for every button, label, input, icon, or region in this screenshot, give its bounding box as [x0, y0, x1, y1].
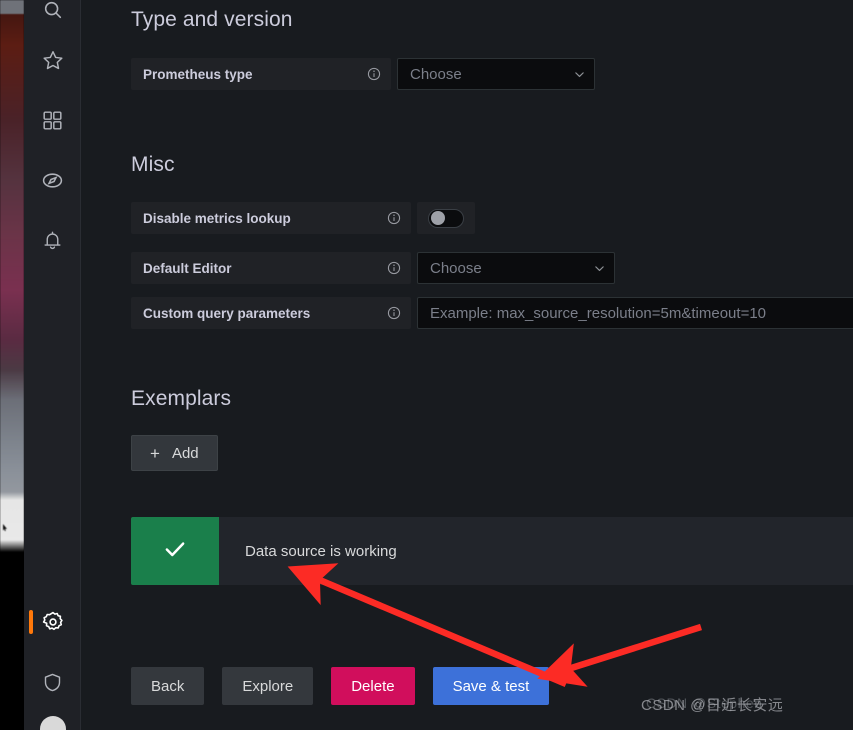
gear-icon: [41, 610, 65, 634]
field-row-prometheus-type: Prometheus type Choose: [131, 58, 595, 90]
info-icon[interactable]: [387, 261, 401, 275]
search-icon: [42, 0, 64, 21]
prometheus-type-select-value: Choose: [410, 65, 462, 83]
toggle-knob: [431, 211, 445, 225]
chevron-down-icon: [593, 262, 606, 275]
section-title-type-and-version: Type and version: [131, 8, 293, 31]
back-button[interactable]: Back: [131, 667, 205, 705]
user-avatar[interactable]: [40, 716, 66, 730]
info-icon[interactable]: [367, 67, 381, 81]
add-exemplar-button-label: Add: [171, 444, 199, 462]
field-row-custom-query-parameters: Custom query parameters Example: max_sou…: [131, 297, 853, 329]
sidebar-item-alerting[interactable]: [24, 218, 81, 262]
custom-query-parameters-label-text: Custom query parameters: [143, 305, 311, 321]
mouse-cursor: [3, 524, 7, 531]
prometheus-type-label: Prometheus type: [131, 58, 391, 90]
prometheus-type-select[interactable]: Choose: [397, 58, 595, 90]
footer-button-row: Back Explore Delete Save & test: [131, 667, 550, 705]
info-icon[interactable]: [387, 306, 401, 320]
disable-metrics-lookup-label-text: Disable metrics lookup: [143, 210, 291, 226]
custom-query-parameters-input[interactable]: Example: max_source_resolution=5m&timeou…: [417, 297, 853, 329]
default-editor-select-value: Choose: [430, 259, 482, 277]
star-icon: [42, 49, 64, 71]
nav-sidebar: [24, 0, 81, 730]
sidebar-item-starred[interactable]: [24, 38, 81, 82]
field-row-default-editor: Default Editor Choose: [131, 252, 615, 284]
watermark-primary: CSDN @日近长安远: [641, 697, 784, 714]
bell-icon: [42, 230, 63, 251]
plus-icon: +: [150, 443, 160, 463]
alert-status-icon-box: [131, 517, 219, 585]
save-and-test-button[interactable]: Save & test: [432, 667, 550, 705]
info-icon[interactable]: [387, 211, 401, 225]
datasource-settings-pane: Type and version Prometheus type Choose …: [81, 0, 853, 730]
desktop-wallpaper: [0, 0, 24, 730]
section-title-exemplars: Exemplars: [131, 387, 232, 410]
prometheus-type-label-text: Prometheus type: [143, 66, 253, 82]
delete-button[interactable]: Delete: [331, 667, 415, 705]
desktop-taskbar: [0, 0, 24, 14]
default-editor-label: Default Editor: [131, 252, 411, 284]
disable-metrics-lookup-toggle[interactable]: [417, 202, 475, 234]
sidebar-item-search[interactable]: [24, 0, 81, 32]
sidebar-item-server-admin[interactable]: [24, 660, 81, 704]
default-editor-label-text: Default Editor: [143, 260, 232, 276]
sidebar-item-configuration[interactable]: [24, 600, 81, 644]
custom-query-parameters-label: Custom query parameters: [131, 297, 411, 329]
disable-metrics-lookup-label: Disable metrics lookup: [131, 202, 411, 234]
sidebar-item-dashboards[interactable]: [24, 98, 81, 142]
explore-button[interactable]: Explore: [222, 667, 314, 705]
custom-query-parameters-placeholder: Example: max_source_resolution=5m&timeou…: [430, 304, 767, 322]
compass-icon: [41, 169, 64, 192]
check-icon: [162, 536, 188, 567]
default-editor-select[interactable]: Choose: [417, 252, 615, 284]
sidebar-item-explore[interactable]: [24, 158, 81, 202]
screenshot-root: Type and version Prometheus type Choose …: [0, 0, 853, 730]
alert-message: Data source is working: [245, 542, 397, 560]
chevron-down-icon: [573, 68, 586, 81]
shield-icon: [42, 672, 63, 693]
toggle-track: [428, 208, 464, 228]
dashboards-icon: [42, 110, 63, 131]
add-exemplar-button[interactable]: + Add: [131, 435, 218, 471]
section-title-misc: Misc: [131, 153, 175, 176]
status-banner: Data source is working: [131, 517, 853, 585]
field-row-disable-metrics-lookup: Disable metrics lookup: [131, 202, 475, 234]
